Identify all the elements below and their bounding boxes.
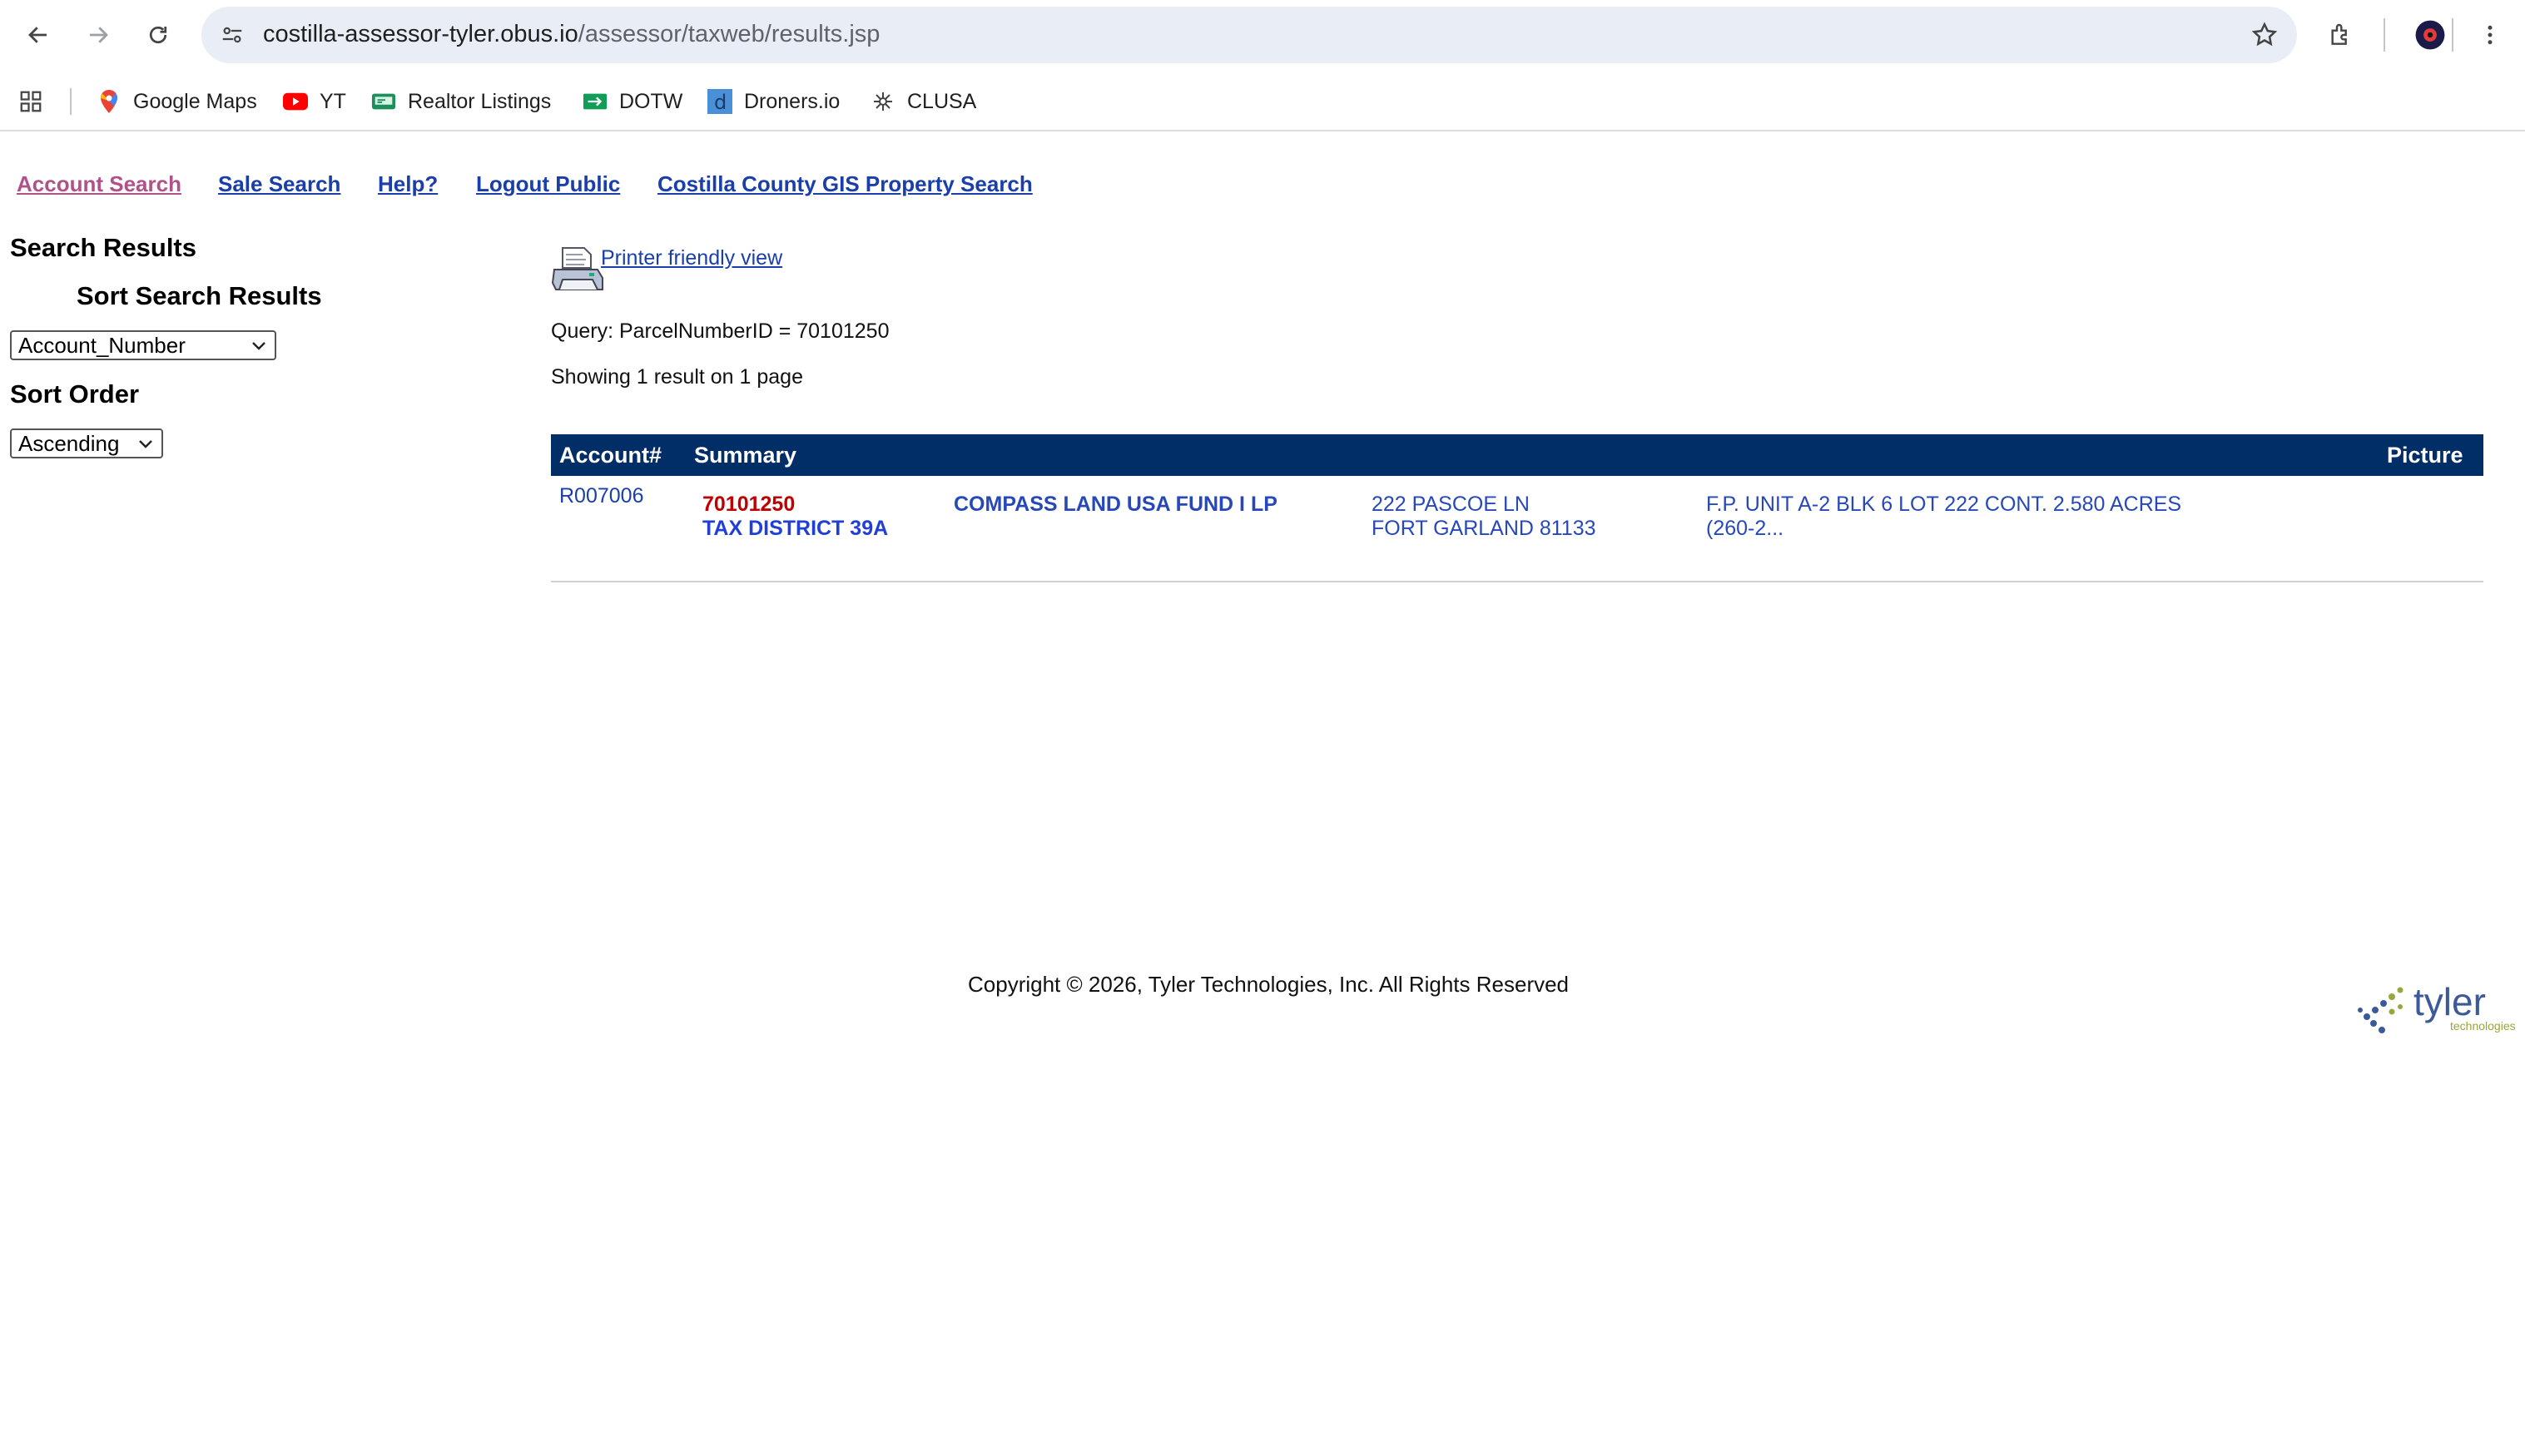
sort-order-select[interactable]: Ascending <box>10 428 163 458</box>
table-divider <box>551 581 2483 582</box>
bookmark-google-maps[interactable]: Google Maps <box>97 85 257 118</box>
bookmark-star-icon[interactable] <box>2250 21 2279 53</box>
nav-logout-link[interactable]: Logout Public <box>476 171 620 197</box>
chevron-down-icon <box>250 334 268 361</box>
bookmark-droners[interactable]: d Droners.io <box>707 85 840 118</box>
chevron-down-icon <box>136 433 155 459</box>
sort-search-results-heading: Sort Search Results <box>77 281 322 310</box>
address-bar[interactable]: costilla-assessor-tyler.obus.io/assessor… <box>201 7 2297 63</box>
bookmark-clusa[interactable]: CLUSA <box>871 85 976 118</box>
tyler-logo: tyler technologies <box>2349 973 2523 1040</box>
bookmark-realtor-listings[interactable]: Realtor Listings <box>371 85 551 118</box>
dotw-icon <box>583 89 608 114</box>
realtor-icon <box>371 89 396 114</box>
toolbar-divider <box>2384 18 2385 52</box>
site-info-icon[interactable] <box>220 22 245 52</box>
svg-text:d: d <box>714 91 727 114</box>
parcel-number: 70101250 <box>702 493 796 516</box>
url-text: costilla-assessor-tyler.obus.io/assessor… <box>263 21 881 47</box>
legal-description-line-2: (260-2... <box>1706 517 1784 540</box>
bookmark-yt[interactable]: YT <box>283 85 346 118</box>
sort-field-value: Account_Number <box>18 332 186 358</box>
extensions-icon[interactable] <box>2322 17 2359 53</box>
reload-icon[interactable] <box>140 17 176 53</box>
logo-subtext: technologies <box>2450 1019 2516 1033</box>
apps-grid-icon[interactable] <box>18 85 43 118</box>
result-count-text: Showing 1 result on 1 page <box>551 365 803 389</box>
clusa-icon <box>871 89 895 114</box>
youtube-icon <box>283 89 308 114</box>
droners-icon: d <box>707 89 732 114</box>
address-line-1: 222 PASCOE LN <box>1372 493 1530 516</box>
forward-icon[interactable] <box>80 17 117 53</box>
column-header-picture: Picture <box>2387 443 2463 468</box>
nav-help-link[interactable]: Help? <box>378 171 438 197</box>
nav-account-search-link[interactable]: Account Search <box>17 171 181 197</box>
account-number-link[interactable]: R007006 <box>559 484 643 508</box>
tax-district: TAX DISTRICT 39A <box>702 517 889 540</box>
bookmarks-divider <box>70 88 72 115</box>
sort-order-value: Ascending <box>18 430 120 456</box>
chrome-divider <box>0 130 2525 131</box>
back-icon[interactable] <box>20 17 57 53</box>
sort-field-select[interactable]: Account_Number <box>10 330 276 360</box>
results-table-header: Account# Summary Picture <box>551 434 2483 476</box>
printer-friendly-link[interactable]: Printer friendly view <box>601 246 782 270</box>
logo-word: tyler <box>2413 980 2486 1023</box>
nav-gis-search-link[interactable]: Costilla County GIS Property Search <box>657 171 1033 197</box>
printer-icon[interactable] <box>551 245 604 296</box>
copyright-text: Copyright © 2026, Tyler Technologies, In… <box>968 972 1570 997</box>
profile-avatar-icon[interactable] <box>2412 17 2448 53</box>
address-line-2: FORT GARLAND 81133 <box>1372 517 1596 540</box>
menu-kebab-icon[interactable] <box>2472 17 2508 53</box>
legal-description-line-1: F.P. UNIT A-2 BLK 6 LOT 222 CONT. 2.580 … <box>1706 493 2182 516</box>
search-results-heading: Search Results <box>10 233 196 262</box>
query-text: Query: ParcelNumberID = 70101250 <box>551 319 890 343</box>
bookmarks-bar: Google Maps YT Realtor Listings DOTW d D… <box>0 75 2525 130</box>
nav-sale-search-link[interactable]: Sale Search <box>218 171 340 197</box>
browser-toolbar: costilla-assessor-tyler.obus.io/assessor… <box>0 0 2525 68</box>
bookmark-dotw[interactable]: DOTW <box>583 85 682 118</box>
google-maps-icon <box>97 89 122 114</box>
owner-name: COMPASS LAND USA FUND I LP <box>954 493 1277 516</box>
toolbar-divider <box>2452 18 2453 52</box>
column-header-summary: Summary <box>694 443 797 468</box>
column-header-account: Account# <box>559 443 662 468</box>
sort-order-heading: Sort Order <box>10 379 140 409</box>
